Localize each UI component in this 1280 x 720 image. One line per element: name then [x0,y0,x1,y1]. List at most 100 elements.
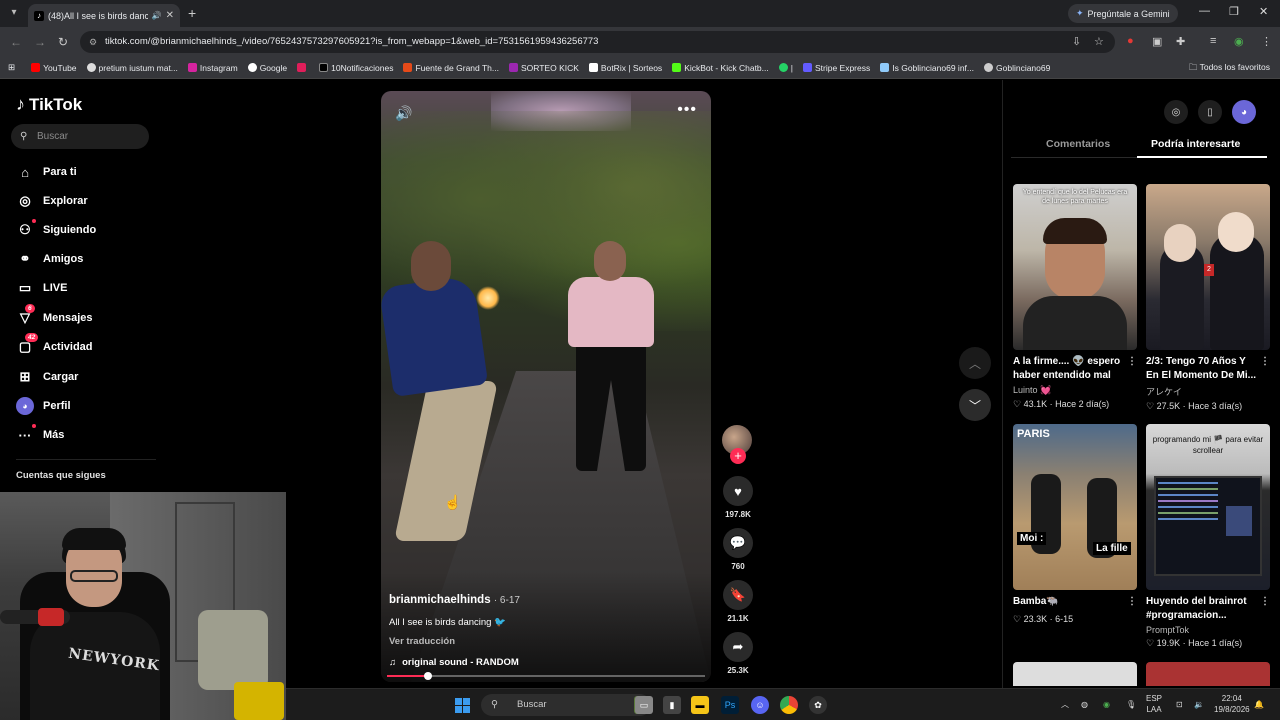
see-translation-link[interactable]: Ver traducción [389,636,455,647]
taskbar-search[interactable]: ⚲ Buscar [481,694,651,716]
extensions-puzzle-icon[interactable]: ✚ [1176,35,1185,48]
video-progress-bar[interactable] [387,672,705,680]
partial-card-thumbnail[interactable] [1013,662,1137,686]
close-window-icon[interactable]: ✕ [1259,5,1268,18]
clock[interactable]: 22:04 19/8/2026 [1214,693,1250,715]
nav-item-explorar[interactable]: ◎ Explorar [16,191,87,211]
card-menu-icon[interactable]: ⋮ [1127,355,1137,369]
url-field[interactable]: ⚙ tiktok.com/@brianmichaelhinds_/video/7… [80,31,1115,53]
extension-icon[interactable]: ▣ [1152,35,1162,48]
photoshop-icon[interactable]: Ps [721,696,739,714]
minimize-icon[interactable]: — [1199,5,1210,17]
volume-icon[interactable]: 🔊 [395,105,412,122]
nav-item-mas[interactable]: ··· Más [16,424,64,445]
phone-icon[interactable]: ▯ [1198,100,1222,124]
follow-plus-icon[interactable]: + [730,448,746,464]
card-author[interactable]: アレケイ [1146,385,1270,398]
card-author[interactable]: Luinto 💓 [1013,385,1137,396]
language-indicator[interactable]: ESP LAA [1146,693,1162,715]
new-tab-icon[interactable]: + [188,5,196,21]
tab-audio-icon[interactable]: 🔊 [152,11,162,20]
tray-app-icon[interactable]: ◍ [1081,699,1088,710]
more-options-icon[interactable]: ••• [677,101,697,119]
video-author[interactable]: brianmichaelhinds · 6-17 [389,594,520,606]
nav-item-siguiendo[interactable]: ⚇ Siguiendo [16,219,96,240]
bookmark-whatsapp[interactable]: | [778,63,793,73]
nav-item-live[interactable]: ▭ LIVE [16,278,68,298]
video-sound[interactable]: ♫ original sound - RANDOM [389,657,519,668]
back-icon[interactable]: ← [10,35,22,49]
install-app-icon[interactable]: ⇩ [1072,35,1081,48]
chrome-icon[interactable] [780,696,798,714]
tiktok-logo[interactable]: ♪ TikTok [16,94,82,115]
bookmark-stripe[interactable]: Stripe Express [802,63,870,73]
bookmark-sorteo-kick[interactable]: SORTEO KICK [508,63,579,73]
profile-avatar-icon[interactable]: ◉ [1234,35,1244,48]
discord-icon[interactable]: ☺ [751,696,769,714]
microphone-icon[interactable]: 🎙 [1126,699,1136,710]
nav-item-actividad[interactable]: ▢ 42 Actividad [16,333,93,357]
bookmark-kickbot[interactable]: KickBot - Kick Chatb... [672,63,769,73]
browser-menu-icon[interactable]: ⋮ [1261,35,1272,48]
video-player[interactable]: 🔊 ••• brianmichaelhinds · 6-17 All I see… [381,91,711,682]
app-icon[interactable]: ✿ [809,696,827,714]
site-info-icon[interactable]: ⚙ [89,31,97,53]
all-bookmarks-button[interactable]: 🗀 Todos los favoritos [1189,62,1270,76]
nav-item-cargar[interactable]: ⊞ Cargar [16,367,79,387]
nav-item-amigos[interactable]: ⚭ Amigos [16,249,84,269]
bookmark-goblinciano-inf[interactable]: Is Goblinciano69 inf... [880,63,974,73]
suggested-video-card[interactable]: Yo entendí que lo del Pelucas era de lun… [1013,184,1137,410]
extension-record-icon[interactable]: ● [1127,35,1134,47]
suggested-video-card[interactable]: 2 2/3: Tengo 70 Años Y En El Momento De … [1146,184,1270,412]
coin-icon[interactable]: ◎ [1164,100,1188,124]
tab-podria-interesarte[interactable]: Podría interesarte [1151,138,1240,150]
bookmark-pretium[interactable]: pretium iustum mat... [86,63,178,73]
bookmark-google[interactable]: Google [247,63,287,73]
search-input[interactable]: ⚲ Buscar [11,124,149,149]
apps-grid-icon[interactable]: ⊞ [8,62,15,73]
tab-comentarios[interactable]: Comentarios [1046,138,1110,150]
bookmark-instagram[interactable]: Instagram [187,63,238,73]
reading-list-icon[interactable]: ≡ [1210,35,1216,47]
bookmark-x[interactable]: 10Notificaciones [319,63,393,73]
bookmark-star-icon[interactable]: ☆ [1094,35,1104,48]
card-menu-icon[interactable]: ⋮ [1260,595,1270,609]
comment-button[interactable]: 💬 760 [722,528,754,571]
bookmark-goblinciano[interactable]: Goblinciano69 [984,63,1050,73]
card-menu-icon[interactable]: ⋮ [1260,355,1270,369]
card-menu-icon[interactable]: ⋮ [1127,595,1137,609]
tray-app-icon[interactable]: ◉ [1103,699,1110,710]
gemini-button[interactable]: ✦ Pregúntale a Gemini [1068,4,1178,23]
forward-icon[interactable]: → [34,35,46,49]
user-avatar[interactable]: ◕ [1232,100,1256,124]
partial-card-thumbnail[interactable] [1146,662,1270,686]
network-icon[interactable]: ⊡ [1176,699,1183,710]
share-button[interactable]: ➦ 25.3K [722,632,754,675]
save-button[interactable]: 🔖 21.1K [722,580,754,623]
nav-item-para-ti[interactable]: ⌂ Para ti [16,162,77,182]
suggested-video-card[interactable]: programando mi 🏴 para evitar scrollear H… [1146,424,1270,649]
app-icon[interactable]: ▮ [663,696,681,714]
next-video-button[interactable]: ﹀ [959,389,991,421]
notifications-icon[interactable]: 🔔 [1254,699,1264,710]
tab-search-chevron-icon[interactable]: ▾ [6,5,22,21]
file-explorer-icon[interactable]: ▬ [691,696,709,714]
restore-icon[interactable]: ❐ [1229,5,1239,18]
bookmark-slack[interactable] [297,63,309,72]
tray-overflow-icon[interactable]: ︿ [1061,699,1069,710]
prev-video-button[interactable]: ︿ [959,347,991,379]
card-author[interactable]: PromptTok [1146,625,1270,635]
bookmark-botrix[interactable]: BotRix | Sorteos [588,63,662,73]
browser-tab-active[interactable]: ♪ (48)All I see is birds dancing 🔊 ✕ [28,4,180,27]
reload-icon[interactable]: ↻ [58,35,68,49]
bookmark-youtube[interactable]: YouTube [31,63,77,73]
like-button[interactable]: ♥ 197.8K [722,476,754,519]
tab-close-icon[interactable]: ✕ [166,10,174,21]
bookmark-gta[interactable]: Fuente de Grand Th... [403,63,499,73]
speaker-icon[interactable]: 🔉 [1194,699,1204,710]
nav-item-mensajes[interactable]: ▽ 6 Mensajes [16,304,93,328]
suggested-video-card[interactable]: PARIS Moi : La fille Bamba🐃 ⋮ ♡ 23.3K · 6… [1013,424,1137,625]
nav-item-perfil[interactable]: ◕ Perfil [16,396,71,416]
windows-start-icon[interactable] [455,698,470,713]
task-view-icon[interactable]: ▭ [635,696,653,714]
